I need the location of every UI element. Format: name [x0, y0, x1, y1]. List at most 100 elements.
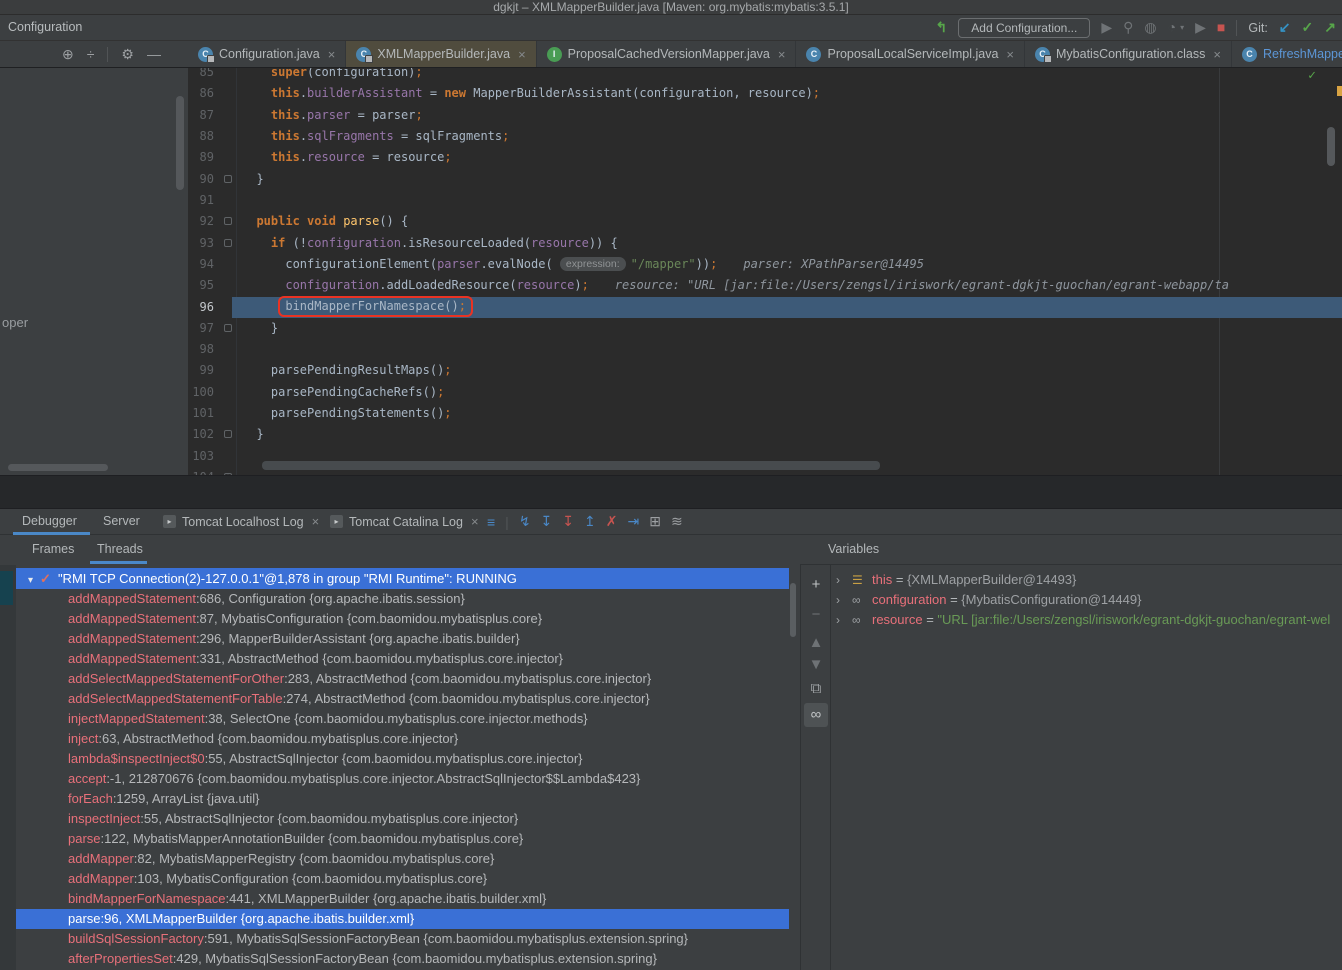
layout-settings-icon[interactable]: ≋ [671, 513, 683, 530]
project-panel-hscrollbar[interactable] [8, 464, 108, 471]
close-icon[interactable]: × [312, 514, 320, 529]
step-over-icon[interactable]: ↧ [541, 513, 553, 530]
code-line[interactable]: 91 [188, 190, 1342, 211]
stack-frame-row[interactable]: addMappedStatement:331, AbstractMethod {… [16, 649, 789, 669]
stack-frame-row[interactable]: inspectInject:55, AbstractSqlInjector {c… [16, 809, 789, 829]
editor-tab[interactable]: CConfiguration.java× [188, 41, 346, 67]
chevron-down-icon[interactable]: ▾ [28, 570, 33, 591]
duplicate-watch-icon[interactable]: ⧉ [804, 677, 828, 701]
stack-frame-row[interactable]: addMapper:103, MybatisConfiguration {com… [16, 869, 789, 889]
editor-tab[interactable]: IProposalCachedVersionMapper.java× [537, 41, 797, 67]
code-line[interactable]: 86 this.builderAssistant = new MapperBui… [188, 83, 1342, 104]
collapse-all-icon[interactable]: ÷ [87, 46, 95, 62]
code-line[interactable]: 102 } [188, 424, 1342, 445]
hide-panel-icon[interactable]: — [147, 46, 161, 62]
tab-server[interactable]: Server [103, 509, 140, 533]
code-line[interactable]: 98 [188, 339, 1342, 360]
code-line[interactable]: 87 this.parser = parser; [188, 105, 1342, 126]
stack-frame-row[interactable]: afterPropertiesSet:429, MybatisSqlSessio… [16, 949, 789, 969]
editor-hscrollbar[interactable] [262, 461, 880, 470]
code-line[interactable]: 85 super(configuration); [188, 68, 1342, 83]
git-update-project-icon[interactable]: ↙ [1279, 15, 1291, 40]
fold-marker-icon[interactable] [224, 175, 232, 183]
view-options-icon[interactable]: ≡ [487, 514, 495, 530]
tab-tomcat-catalina-log[interactable]: ▸ Tomcat Catalina Log × [330, 509, 479, 534]
tab-tomcat-localhost-log[interactable]: ▸ Tomcat Localhost Log × [163, 509, 319, 534]
fold-marker-icon[interactable] [224, 430, 232, 438]
chevron-right-icon[interactable]: › [836, 570, 852, 590]
add-configuration-button[interactable]: Add Configuration... [958, 18, 1090, 38]
tab-frames[interactable]: Frames [32, 535, 74, 563]
close-icon[interactable]: × [778, 47, 786, 62]
remove-watch-icon[interactable]: − [804, 603, 828, 627]
thread-row[interactable]: ▾✓"RMI TCP Connection(2)-127.0.0.1"@1,87… [16, 568, 789, 589]
editor-tab[interactable]: CXMLMapperBuilder.java× [346, 41, 536, 67]
close-icon[interactable]: × [1213, 47, 1221, 62]
editor-tab[interactable]: CRefreshMapperCache.java× [1232, 41, 1342, 67]
close-icon[interactable]: × [328, 47, 336, 62]
tab-debugger[interactable]: Debugger [22, 509, 77, 533]
show-watches-icon[interactable]: ∞ [804, 703, 828, 727]
code-line[interactable]: 93 if (!configuration.isResourceLoaded(r… [188, 233, 1342, 254]
debug-icon[interactable]: ⚲ [1123, 15, 1133, 40]
locate-icon[interactable]: ⊕ [62, 46, 74, 63]
editor-tab[interactable]: CMybatisConfiguration.class× [1025, 41, 1232, 67]
force-step-into-icon[interactable]: ↧ [562, 513, 574, 530]
show-execution-point-icon[interactable]: ↯ [519, 513, 531, 530]
stack-frame-row[interactable]: addMappedStatement:686, Configuration {o… [16, 589, 789, 609]
panel-splitter[interactable] [0, 475, 1342, 509]
tab-threads[interactable]: Threads [97, 535, 143, 563]
code-line[interactable]: 88 this.sqlFragments = sqlFragments; [188, 126, 1342, 147]
stack-frame-row[interactable]: buildSqlSessionFactory:591, MybatisSqlSe… [16, 929, 789, 949]
stack-frame-row[interactable]: accept:-1, 212870676 {com.baomidou.mybat… [16, 769, 789, 789]
project-panel[interactable]: oper [0, 68, 188, 475]
code-line[interactable]: 92 public void parse() { [188, 211, 1342, 232]
drop-frame-icon[interactable]: ✗ [606, 513, 618, 530]
close-icon[interactable]: × [1006, 47, 1014, 62]
code-line[interactable]: 90 } [188, 169, 1342, 190]
fold-marker-icon[interactable] [224, 239, 232, 247]
run-with-coverage-icon[interactable]: ◍ [1144, 15, 1156, 40]
stop-icon[interactable]: ■ [1217, 15, 1225, 40]
close-icon[interactable]: × [471, 514, 479, 529]
stack-frame-row[interactable]: parse:122, MybatisMapperAnnotationBuilde… [16, 829, 789, 849]
add-watch-icon[interactable]: + [804, 573, 828, 597]
chevron-right-icon[interactable]: › [836, 590, 852, 610]
code-line[interactable]: 95 configuration.addLoadedResource(resou… [188, 275, 1342, 296]
frames-vscrollbar[interactable] [790, 583, 796, 637]
editor-vscrollbar[interactable] [1327, 127, 1335, 166]
stack-frame-row[interactable]: addMapper:82, MybatisMapperRegistry {com… [16, 849, 789, 869]
evaluate-expression-icon[interactable]: ⊞ [649, 513, 661, 530]
stack-frame-row[interactable]: lambda$inspectInject$0:55, AbstractSqlIn… [16, 749, 789, 769]
code-line[interactable]: 101 parsePendingStatements(); [188, 403, 1342, 424]
stack-frame-row[interactable]: addMappedStatement:296, MapperBuilderAss… [16, 629, 789, 649]
chevron-down-icon[interactable]: ▾ [1180, 23, 1184, 32]
stack-frame-row[interactable]: bindMapperForNamespace:441, XMLMapperBui… [16, 889, 789, 909]
warning-stripe-mark[interactable] [1337, 86, 1342, 96]
stack-frame-row[interactable]: parse:96, XMLMapperBuilder {org.apache.i… [16, 909, 789, 929]
debug-stripe-marker[interactable] [0, 571, 13, 605]
run-to-cursor-icon[interactable]: ⇥ [627, 513, 639, 530]
fold-marker-icon[interactable] [224, 324, 232, 332]
code-line[interactable]: 96 bindMapperForNamespace(); [188, 297, 1342, 318]
step-out-icon[interactable]: ↥ [584, 513, 596, 530]
stack-frame-row[interactable]: inject:63, AbstractMethod {com.baomidou.… [16, 729, 789, 749]
code-line[interactable]: 100 parsePendingCacheRefs(); [188, 382, 1342, 403]
code-line[interactable]: 89 this.resource = resource; [188, 147, 1342, 168]
settings-gear-icon[interactable]: ⚙ [121, 46, 134, 63]
stack-frame-row[interactable]: addSelectMappedStatementForTable:274, Ab… [16, 689, 789, 709]
variable-row[interactable]: ›∞configuration = {MybatisConfiguration@… [836, 590, 1342, 610]
stack-frame-row[interactable]: addSelectMappedStatementForOther:283, Ab… [16, 669, 789, 689]
stack-frame-row[interactable]: forEach:1259, ArrayList {java.util} [16, 789, 789, 809]
stack-frame-row[interactable]: injectMappedStatement:38, SelectOne {com… [16, 709, 789, 729]
git-push-icon[interactable]: ↗ [1324, 15, 1336, 40]
editor-tab[interactable]: CProposalLocalServiceImpl.java× [796, 41, 1025, 67]
code-editor[interactable]: 85 super(configuration);86 this.builderA… [188, 68, 1342, 475]
code-line[interactable]: 99 parsePendingResultMaps(); [188, 360, 1342, 381]
git-commit-icon[interactable]: ✓ [1302, 15, 1314, 40]
code-line[interactable]: 94 configurationElement(parser.evalNode(… [188, 254, 1342, 275]
variable-row[interactable]: ›∞resource = "URL [jar:file:/Users/zengs… [836, 610, 1342, 630]
run-icon[interactable]: ▶ [1101, 15, 1112, 40]
move-watch-up-icon[interactable]: ▲ [804, 631, 828, 655]
code-line[interactable]: 97 } [188, 318, 1342, 339]
